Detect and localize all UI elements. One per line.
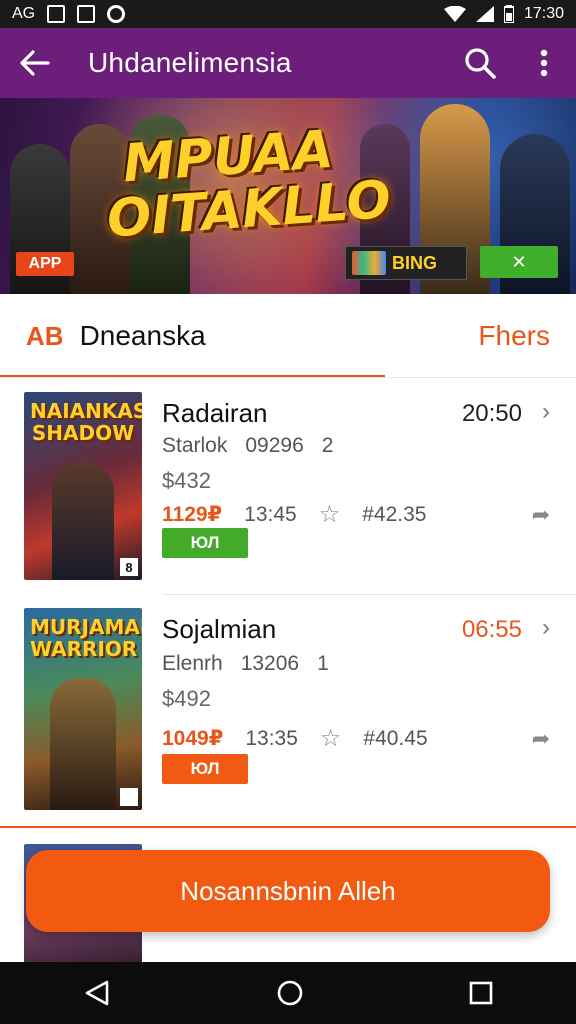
thumbnail-strip-icon bbox=[352, 251, 386, 275]
stat-duration: 13:35 bbox=[245, 726, 298, 750]
back-button[interactable] bbox=[0, 28, 70, 98]
item-time: 20:50 bbox=[461, 400, 522, 427]
section-title: Dneanska bbox=[79, 320, 206, 351]
nav-back-icon[interactable] bbox=[83, 979, 111, 1007]
app-bar: Uhdanelimensia bbox=[0, 28, 576, 98]
page-title: Uhdanelimensia bbox=[88, 47, 292, 78]
item-meta: Elenrh 13206 1 bbox=[162, 652, 329, 676]
section-filter-link[interactable]: Fhers bbox=[478, 320, 550, 352]
list-item[interactable]: NAIANKAS SHADOW 8 Radairan 20:50 › Starl… bbox=[0, 388, 576, 598]
item-stats: 1049₽ 13:35 ☆ #40.45 bbox=[162, 724, 428, 753]
banner-badge: APP bbox=[16, 252, 74, 276]
cover-badge bbox=[120, 788, 138, 806]
star-icon: ☆ bbox=[319, 725, 342, 752]
search-icon bbox=[465, 48, 496, 79]
chevron-right-icon[interactable]: › bbox=[542, 398, 550, 426]
stat-highlight: 1129₽ bbox=[162, 503, 223, 526]
game-cover-image: MURJAMAR WARRIOR bbox=[24, 608, 142, 810]
share-icon[interactable]: ➦ bbox=[532, 726, 550, 752]
item-price: $492 bbox=[162, 686, 211, 711]
cover-character bbox=[52, 462, 114, 580]
chip-label: BING bbox=[392, 252, 437, 273]
cover-title: MURJAMAR WARRIOR bbox=[30, 615, 142, 661]
item-name: Radairan bbox=[162, 398, 268, 428]
stat-duration: 13:45 bbox=[244, 502, 297, 526]
overflow-menu-button[interactable] bbox=[512, 28, 576, 98]
more-vert-icon bbox=[540, 49, 548, 77]
meta-label: Starlok bbox=[162, 434, 228, 457]
signal-icon bbox=[475, 6, 494, 22]
meta-code: 13206 bbox=[240, 652, 300, 675]
share-icon[interactable]: ➦ bbox=[532, 502, 550, 528]
game-cover-image: NAIANKAS SHADOW 8 bbox=[24, 392, 142, 580]
nav-home-icon[interactable] bbox=[276, 979, 304, 1007]
divider bbox=[0, 826, 576, 828]
item-meta: Starlok 09296 2 bbox=[162, 434, 333, 458]
item-tag[interactable]: ЮЛ bbox=[162, 528, 248, 558]
status-bar: AG 17:30 bbox=[0, 0, 576, 28]
game-logo: MPUAA OITAKLLO bbox=[102, 120, 393, 250]
meta-code: 09296 bbox=[245, 434, 304, 457]
meta-label: Elenrh bbox=[162, 652, 223, 675]
arrow-left-icon bbox=[20, 50, 50, 76]
battery-icon bbox=[503, 5, 514, 23]
stat-rating: #42.35 bbox=[362, 502, 427, 526]
section-logo-icon: AB bbox=[26, 320, 64, 351]
stat-rating: #40.45 bbox=[363, 726, 428, 750]
cover-title: NAIANKAS SHADOW bbox=[30, 399, 142, 445]
mail-notification-icon bbox=[77, 5, 96, 23]
banner-chip: BING bbox=[345, 246, 467, 280]
sync-notification-icon bbox=[107, 5, 126, 23]
star-icon: ☆ bbox=[318, 501, 341, 528]
cover-character bbox=[50, 678, 116, 810]
item-tag[interactable]: ЮЛ bbox=[162, 754, 248, 784]
item-price: $432 bbox=[162, 468, 211, 493]
primary-cta-button[interactable]: Nosannsbnin Alleh bbox=[26, 850, 550, 932]
system-nav-bar bbox=[0, 962, 576, 1024]
section-header: AB Dneanska Fhers bbox=[0, 294, 576, 378]
item-time: 06:55 bbox=[461, 616, 522, 643]
banner-action-button[interactable]: ✕ bbox=[480, 246, 558, 278]
item-stats: 1129₽ 13:45 ☆ #42.35 bbox=[162, 500, 426, 529]
image-notification-icon bbox=[47, 5, 66, 23]
item-name: Sojalmian bbox=[162, 614, 277, 644]
wifi-icon bbox=[443, 6, 466, 22]
list-item[interactable]: MURJAMAR WARRIOR Sojalmian 06:55 › Elenr… bbox=[0, 604, 576, 814]
promo-banner[interactable]: MPUAA OITAKLLO APP BING ✕ bbox=[0, 98, 576, 294]
status-time: 17:30 bbox=[523, 5, 564, 22]
chevron-right-icon[interactable]: › bbox=[542, 614, 550, 642]
search-button[interactable] bbox=[448, 28, 512, 98]
meta-count: 1 bbox=[317, 652, 329, 675]
cover-badge: 8 bbox=[120, 558, 138, 576]
stat-highlight: 1049₽ bbox=[162, 727, 224, 750]
divider bbox=[0, 377, 576, 378]
status-text: AG bbox=[12, 5, 36, 22]
divider bbox=[162, 594, 576, 595]
meta-count: 2 bbox=[321, 434, 334, 457]
nav-recents-icon[interactable] bbox=[469, 981, 493, 1005]
